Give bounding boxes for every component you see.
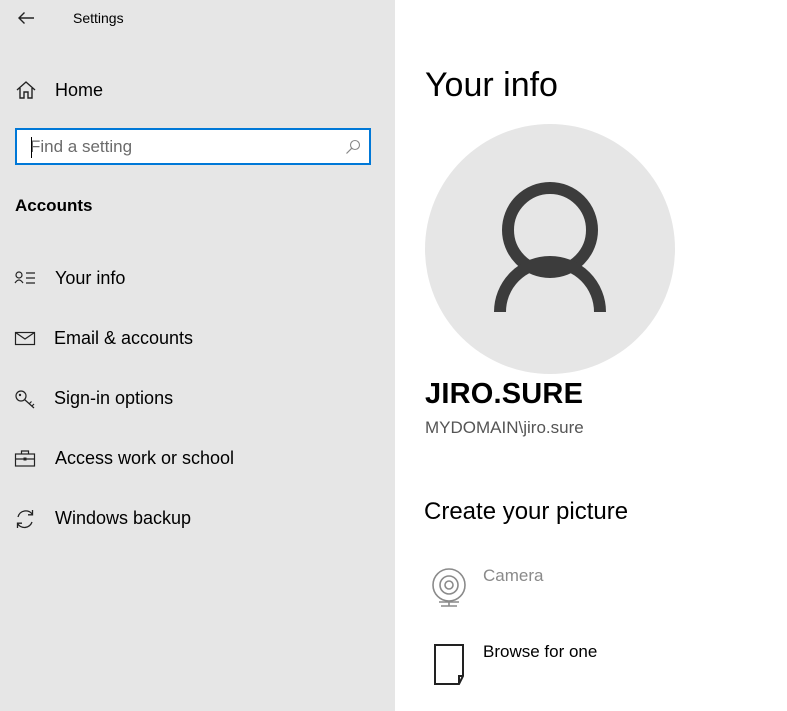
back-button[interactable] xyxy=(12,6,40,30)
sidebar-item-home-label: Home xyxy=(55,80,104,100)
sidebar-item-windows-backup[interactable]: Windows backup xyxy=(0,499,395,539)
camera-option-label: Camera xyxy=(483,566,544,585)
avatar xyxy=(425,124,675,374)
create-picture-heading: Create your picture xyxy=(424,498,629,525)
browse-for-one-option[interactable]: Browse for one xyxy=(425,642,755,702)
sync-icon xyxy=(14,508,38,530)
app-title: Settings xyxy=(73,10,124,26)
sidebar-item-home[interactable]: Home xyxy=(0,70,395,110)
sidebar-item-sign-in-options[interactable]: Sign-in options xyxy=(0,379,395,419)
section-heading-accounts: Accounts xyxy=(15,196,93,215)
your-info-icon xyxy=(14,268,38,290)
search-input[interactable] xyxy=(30,134,330,160)
page-title: Your info xyxy=(425,66,558,104)
browse-for-one-label: Browse for one xyxy=(483,642,598,661)
sidebar-item-label: Access work or school xyxy=(55,448,235,468)
search-box xyxy=(15,128,371,165)
user-display-name: JIRO.SURE xyxy=(425,378,584,410)
person-icon xyxy=(494,182,606,313)
sidebar-item-label: Windows backup xyxy=(55,508,192,528)
sidebar-item-your-info[interactable]: Your info xyxy=(0,259,395,299)
webcam-icon xyxy=(425,566,475,616)
sidebar-item-label: Sign-in options xyxy=(54,388,174,408)
briefcase-icon xyxy=(14,448,38,470)
sidebar-item-label: Email & accounts xyxy=(54,328,194,348)
file-icon xyxy=(425,642,475,692)
key-icon xyxy=(14,388,38,410)
sidebar-item-label: Your info xyxy=(55,268,126,288)
mail-icon xyxy=(14,328,38,350)
main-content: Your info JIRO.SURE MYDOMAIN\jiro.sure C… xyxy=(395,0,787,711)
sidebar-item-access-work-school[interactable]: Access work or school xyxy=(0,439,395,479)
sidebar: Settings Home Accounts Your info xyxy=(0,0,395,711)
search-icon[interactable] xyxy=(345,139,361,155)
back-arrow-icon xyxy=(18,12,34,24)
sidebar-item-email-accounts[interactable]: Email & accounts xyxy=(0,319,395,359)
text-caret xyxy=(31,137,32,158)
user-account-name: MYDOMAIN\jiro.sure xyxy=(425,418,584,437)
home-icon xyxy=(15,80,37,100)
camera-option: Camera xyxy=(425,566,755,626)
